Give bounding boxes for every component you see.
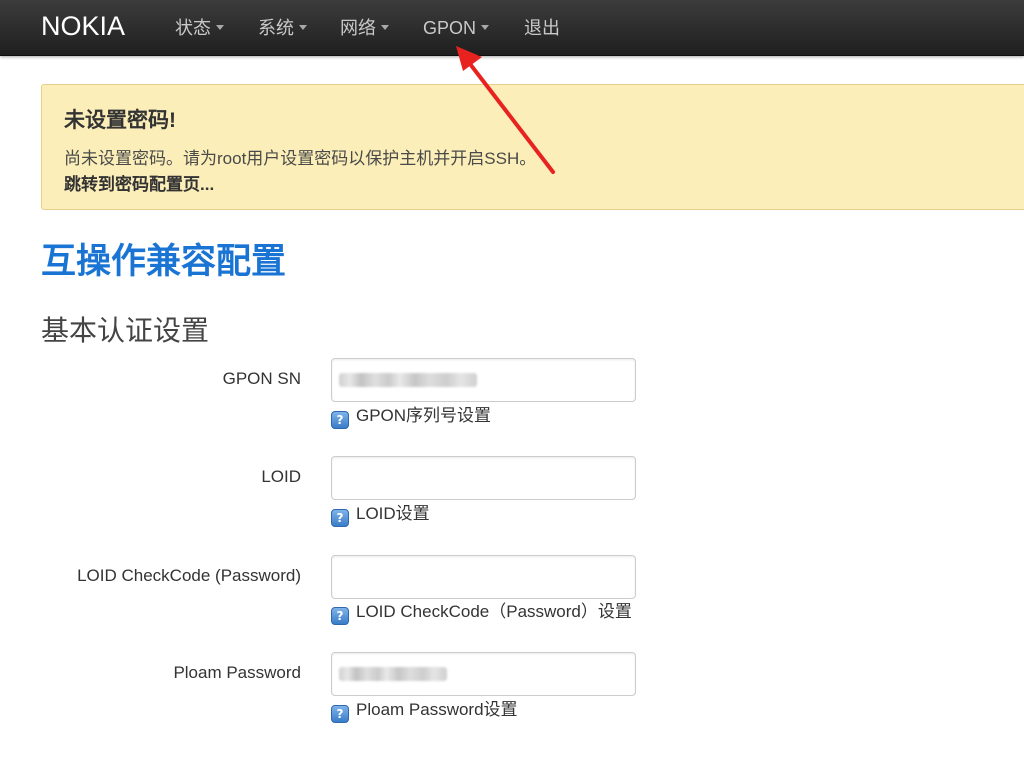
loid-label: LOID: [261, 467, 301, 486]
loid-input[interactable]: [331, 456, 636, 500]
caret-down-icon: [481, 25, 490, 30]
ploam-password-obscured-value: [339, 667, 447, 681]
password-warning-alert: 未设置密码! 尚未设置密码。请为root用户设置密码以保护主机并开启SSH。 跳…: [41, 84, 1024, 210]
caret-down-icon: [216, 25, 224, 30]
menu-gpon-label: GPON: [423, 18, 477, 38]
menu-status[interactable]: 状态: [175, 16, 224, 40]
gpon-sn-help-text: GPON序列号设置: [356, 406, 492, 425]
menu-status-label: 状态: [175, 18, 211, 38]
caret-down-icon: [299, 25, 307, 30]
help-icon: ?: [331, 607, 349, 625]
loid-checkcode-help-text: LOID CheckCode（Password）设置: [356, 602, 632, 621]
menu-logout[interactable]: 退出: [524, 16, 560, 40]
menu-system[interactable]: 系统: [258, 16, 307, 40]
gpon-sn-label: GPON SN: [222, 369, 301, 388]
help-icon: ?: [331, 705, 349, 723]
section-title: 基本认证设置: [41, 315, 210, 346]
loid-help-text: LOID设置: [356, 504, 430, 523]
menu-network[interactable]: 网络: [340, 16, 389, 40]
gpon-sn-help: ? GPON序列号设置: [331, 405, 492, 429]
menu-network-label: 网络: [340, 18, 376, 38]
loid-checkcode-input[interactable]: [331, 555, 636, 599]
password-config-link[interactable]: 跳转到密码配置页...: [64, 173, 214, 197]
caret-down-icon: [381, 25, 389, 30]
ploam-password-help-text: Ploam Password设置: [356, 700, 518, 719]
help-icon: ?: [331, 411, 349, 429]
loid-help: ? LOID设置: [331, 503, 430, 527]
gpon-sn-obscured-value: [339, 373, 477, 387]
loid-checkcode-help: ? LOID CheckCode（Password）设置: [331, 601, 632, 625]
menu-logout-label: 退出: [524, 18, 560, 38]
help-icon: ?: [331, 509, 349, 527]
page-title: 互操作兼容配置: [41, 242, 287, 281]
ploam-password-label: Ploam Password: [173, 663, 301, 682]
brand-logo[interactable]: NOKIA: [41, 9, 125, 43]
loid-checkcode-label: LOID CheckCode (Password): [77, 566, 301, 585]
ploam-password-help: ? Ploam Password设置: [331, 699, 518, 723]
menu-system-label: 系统: [258, 18, 294, 38]
menu-gpon[interactable]: GPON: [423, 16, 490, 40]
top-navbar: NOKIA 状态 系统 网络 GPON 退出: [0, 0, 1024, 56]
alert-title: 未设置密码!: [64, 109, 176, 132]
alert-message: 尚未设置密码。请为root用户设置密码以保护主机并开启SSH。: [64, 149, 537, 168]
